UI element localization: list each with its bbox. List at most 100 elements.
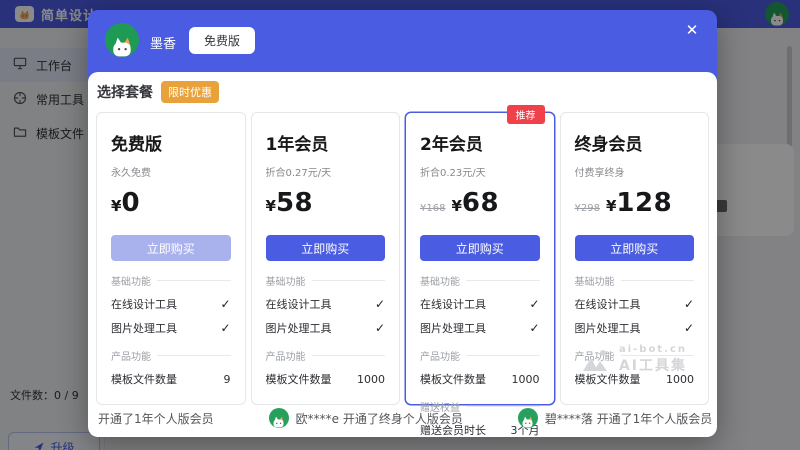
feature-section-label: 基础功能 bbox=[575, 273, 615, 288]
feature-row: 模板文件数量 9 bbox=[111, 371, 231, 387]
feature-section: 基础功能在线设计工具 ✓ 图片处理工具 ✓ bbox=[575, 273, 695, 336]
plan-name: 1年会员 bbox=[266, 130, 386, 155]
feature-row: 图片处理工具 ✓ bbox=[266, 320, 386, 336]
feature-label: 图片处理工具 bbox=[575, 320, 641, 336]
feature-section-label: 基础功能 bbox=[111, 273, 151, 288]
feature-value: 9 bbox=[224, 373, 231, 386]
ticker-item: 开通了1年个人版会员 bbox=[98, 410, 214, 427]
feature-section-title: 基础功能 bbox=[420, 273, 540, 288]
check-icon: ✓ bbox=[220, 321, 230, 335]
feature-section: 基础功能在线设计工具 ✓ 图片处理工具 ✓ bbox=[420, 273, 540, 336]
plan-price-row: ¥298¥ 128 bbox=[575, 188, 695, 220]
buy-now-button[interactable]: 立即购买 bbox=[111, 235, 231, 261]
ticker-text: 开通了1年个人版会员 bbox=[98, 410, 214, 427]
hairline bbox=[621, 280, 695, 281]
currency-symbol: ¥ bbox=[606, 197, 616, 215]
feature-section: 产品功能模板文件数量1000 bbox=[266, 348, 386, 387]
feature-label: 模板文件数量 bbox=[575, 371, 641, 387]
plans-row: 免费版永久免费¥ 0立即购买基础功能在线设计工具✓图片处理工具✓产品功能模板文件… bbox=[96, 112, 709, 405]
feature-section: 基础功能在线设计工具 ✓ 图片处理工具 ✓ bbox=[266, 273, 386, 336]
plan-subtitle: 折合0.23元/天 bbox=[420, 164, 540, 179]
buy-now-button[interactable]: 立即购买 bbox=[575, 235, 695, 261]
feature-section: 产品功能模板文件数量 9 bbox=[111, 348, 231, 387]
ticker-text: 欧****e 开通了终身个人版会员 bbox=[296, 410, 463, 427]
plan-price-row: ¥ 0 bbox=[111, 188, 231, 220]
purchase-ticker: 开通了1年个人版会员 欧****e 开通了终身个人版会员 碧****落 开通了1年个… bbox=[88, 399, 717, 437]
original-price: ¥168 bbox=[420, 203, 445, 214]
feature-section-label: 基础功能 bbox=[266, 273, 306, 288]
feature-label: 在线设计工具 bbox=[266, 296, 332, 312]
feature-label: 模板文件数量 bbox=[420, 371, 486, 387]
feature-label: 模板文件数量 bbox=[111, 371, 177, 387]
feature-row: 图片处理工具 ✓ bbox=[111, 320, 231, 336]
feature-row: 在线设计工具 ✓ bbox=[420, 296, 540, 312]
plan-subtitle: 折合0.27元/天 bbox=[266, 164, 386, 179]
plan-name: 终身会员 bbox=[575, 130, 695, 155]
plan-name: 2年会员 bbox=[420, 130, 540, 155]
ticker-item: 碧****落 开通了1年个人版会员 bbox=[518, 408, 712, 428]
feature-label: 在线设计工具 bbox=[575, 296, 641, 312]
check-icon: ✓ bbox=[375, 297, 385, 311]
ticker-avatar bbox=[269, 408, 289, 428]
check-icon: ✓ bbox=[220, 297, 230, 311]
current-plan-badge: 免费版 bbox=[189, 27, 255, 54]
modal-body: 选择套餐 限时优惠 免费版永久免费¥ 0立即购买基础功能在线设计工具✓图片处理工… bbox=[88, 72, 717, 437]
ticker-text: 碧****落 开通了1年个人版会员 bbox=[545, 410, 712, 427]
feature-section-label: 产品功能 bbox=[575, 348, 615, 363]
cat-avatar-icon bbox=[109, 37, 135, 57]
feature-row: 在线设计工具 ✓ bbox=[575, 296, 695, 312]
modal-username: 墨香 bbox=[150, 33, 176, 52]
feature-section-title: 基础功能 bbox=[575, 273, 695, 288]
hairline bbox=[157, 280, 231, 281]
check-icon: ✓ bbox=[529, 321, 539, 335]
currency-symbol: ¥ bbox=[451, 197, 461, 215]
feature-section-title: 产品功能 bbox=[266, 348, 386, 363]
feature-section: 基础功能在线设计工具 ✓ 图片处理工具 ✓ bbox=[111, 273, 231, 336]
close-icon[interactable]: ✕ bbox=[681, 19, 703, 41]
hairline bbox=[621, 355, 695, 356]
feature-section-title: 产品功能 bbox=[111, 348, 231, 363]
pricing-modal: 墨香 免费版 ✕ 选择套餐 限时优惠 免费版永久免费¥ 0立即购买基础功能在线设… bbox=[88, 10, 717, 437]
hairline bbox=[466, 355, 540, 356]
plan-price: 58 bbox=[276, 188, 313, 218]
plan-card-2年会员: 推荐2年会员折合0.23元/天¥168¥ 68立即购买基础功能在线设计工具✓图片… bbox=[405, 112, 555, 405]
ticker-item: 欧****e 开通了终身个人版会员 bbox=[269, 408, 463, 428]
check-icon: ✓ bbox=[375, 321, 385, 335]
check-icon: ✓ bbox=[684, 321, 694, 335]
feature-value: 1000 bbox=[666, 373, 694, 386]
plan-card-免费版: 免费版永久免费¥ 0立即购买基础功能在线设计工具✓图片处理工具✓产品功能模板文件… bbox=[96, 112, 246, 405]
feature-value: 1000 bbox=[512, 373, 540, 386]
buy-now-button[interactable]: 立即购买 bbox=[420, 235, 540, 261]
promo-badge: 限时优惠 bbox=[161, 81, 219, 103]
feature-label: 图片处理工具 bbox=[420, 320, 486, 336]
feature-row: 图片处理工具 ✓ bbox=[420, 320, 540, 336]
plan-subtitle: 付费享终身 bbox=[575, 164, 695, 179]
feature-section-title: 产品功能 bbox=[575, 348, 695, 363]
buy-now-button[interactable]: 立即购买 bbox=[266, 235, 386, 261]
feature-row: 图片处理工具 ✓ bbox=[575, 320, 695, 336]
check-icon: ✓ bbox=[529, 297, 539, 311]
feature-section-label: 基础功能 bbox=[420, 273, 460, 288]
hairline bbox=[312, 280, 386, 281]
plan-card-1年会员: 1年会员折合0.27元/天 ¥ 58 立即购买基础功能在线设计工具 ✓ 图片处理工具 ✓ 产… bbox=[251, 112, 401, 405]
feature-label: 在线设计工具 bbox=[111, 296, 177, 312]
feature-label: 模板文件数量 bbox=[266, 371, 332, 387]
check-icon: ✓ bbox=[684, 297, 694, 311]
hairline bbox=[312, 355, 386, 356]
feature-label: 在线设计工具 bbox=[420, 296, 486, 312]
feature-row: 模板文件数量1000 bbox=[266, 371, 386, 387]
feature-section: 产品功能模板文件数量 1000 bbox=[575, 348, 695, 387]
feature-section-title: 产品功能 bbox=[420, 348, 540, 363]
currency-symbol: ¥ bbox=[266, 197, 276, 215]
plan-price: 128 bbox=[616, 188, 672, 218]
feature-row: 模板文件数量 1000 bbox=[575, 371, 695, 387]
feature-section: 产品功能模板文件数量 1000 bbox=[420, 348, 540, 387]
feature-section-title: 基础功能 bbox=[111, 273, 231, 288]
feature-label: 图片处理工具 bbox=[266, 320, 332, 336]
ticker-avatar bbox=[518, 408, 538, 428]
plan-price: 0 bbox=[121, 188, 140, 218]
feature-label: 图片处理工具 bbox=[111, 320, 177, 336]
plan-subtitle: 永久免费 bbox=[111, 164, 231, 179]
recommended-badge: 推荐 bbox=[507, 105, 545, 124]
feature-row: 在线设计工具 ✓ bbox=[266, 296, 386, 312]
